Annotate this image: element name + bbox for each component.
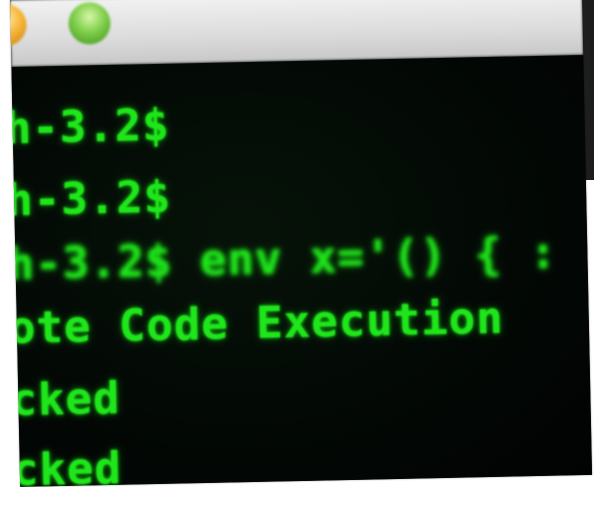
terminal-photo: h-3.2$ h-3.2$ h-3.2$ env x='() { : ote C…	[0, 0, 594, 515]
photo-bottom-margin	[0, 487, 594, 515]
terminal-window: h-3.2$ h-3.2$ h-3.2$ env x='() { : ote C…	[10, 0, 593, 487]
terminal-prompt-line: h-3.2$	[10, 99, 171, 155]
terminal-command-line: h-3.2$ env x='() { :	[10, 227, 558, 291]
terminal-prompt-line: h-3.2$	[10, 171, 172, 227]
zoom-icon[interactable]	[68, 1, 111, 45]
terminal-output-line: cked	[11, 442, 123, 487]
minimize-icon[interactable]	[10, 3, 27, 47]
terminal-output-line: ote Code Execution	[10, 292, 505, 355]
terminal-screen[interactable]: h-3.2$ h-3.2$ h-3.2$ env x='() { : ote C…	[10, 55, 593, 487]
terminal-output-line: cked	[10, 372, 121, 427]
